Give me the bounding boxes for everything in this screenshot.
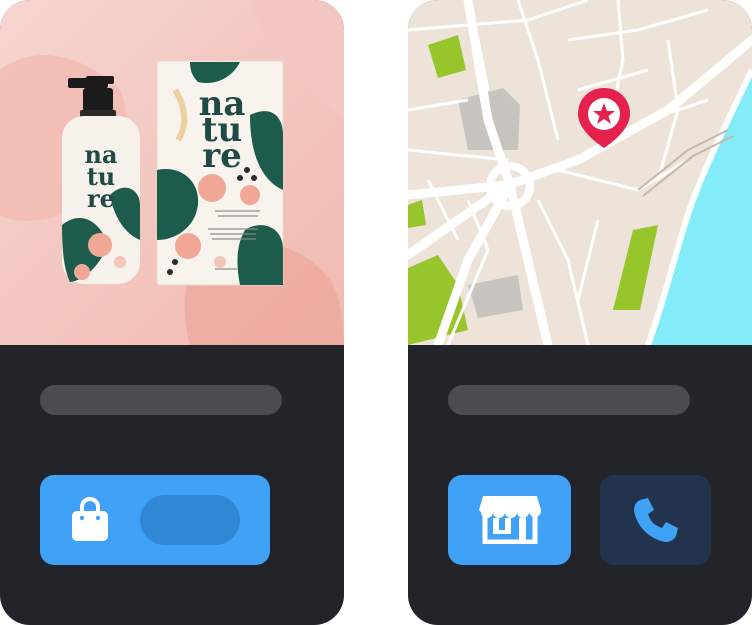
title-placeholder: [40, 385, 282, 415]
product-card: na tu re na tu re: [0, 0, 344, 625]
phone-icon: [633, 498, 678, 542]
price-placeholder: [140, 495, 240, 545]
product-image: na tu re na tu re: [0, 0, 344, 345]
bottle-brand-line-3: re: [87, 184, 115, 213]
box-brand-line-3: re: [202, 136, 242, 176]
call-button[interactable]: [600, 475, 711, 565]
buy-button[interactable]: [40, 475, 270, 565]
store-button[interactable]: [448, 475, 571, 565]
map-card: [408, 0, 752, 625]
map-view[interactable]: [408, 0, 752, 345]
storefront-icon: [478, 496, 541, 544]
shopping-bag-icon: [72, 497, 108, 541]
title-placeholder: [448, 385, 690, 415]
